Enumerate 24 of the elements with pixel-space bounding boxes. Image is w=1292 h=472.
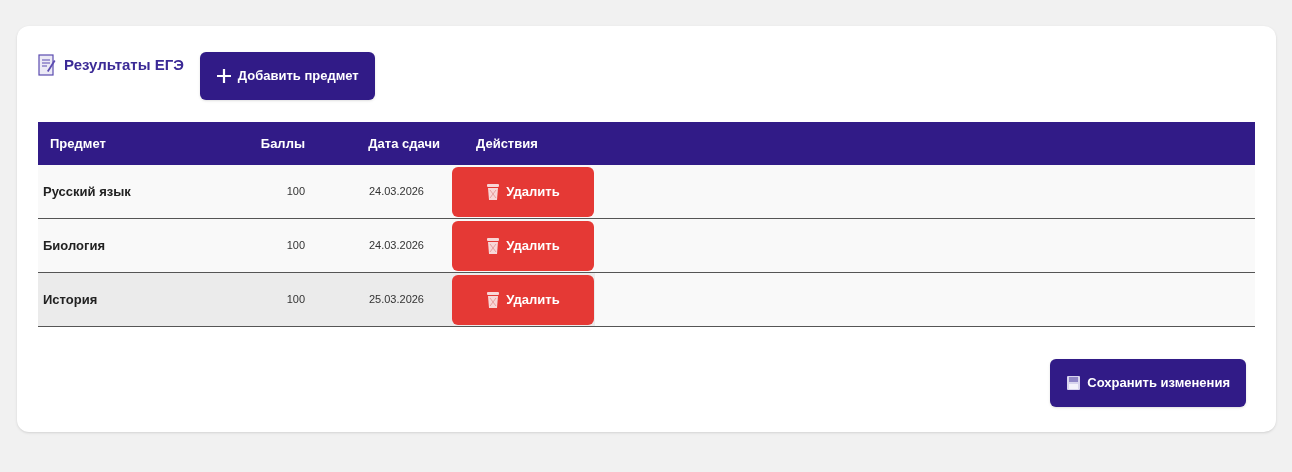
save-button[interactable]: Сохранить изменения — [1050, 359, 1246, 407]
add-subject-button[interactable]: Добавить предмет — [199, 52, 375, 100]
score-cell-text: 100 — [285, 238, 305, 254]
delete-button[interactable]: Удалить — [452, 220, 594, 271]
subject-cell-text: Русский язык — [42, 182, 132, 201]
subject-cell-text: Биология — [42, 236, 106, 255]
score-cell-text: 100 — [285, 184, 305, 200]
column-header: Действия — [475, 134, 538, 153]
document-icon — [38, 54, 56, 77]
date-cell-text: 24.03.2026 — [367, 184, 424, 200]
trash-icon — [486, 236, 501, 255]
delete-button[interactable]: Удалить — [452, 166, 594, 217]
delete-button[interactable]: Удалить — [452, 274, 594, 325]
column-header: Предмет — [49, 134, 107, 153]
section-title: Результаты ЕГЭ — [64, 55, 184, 75]
subject-cell-text: История — [42, 290, 99, 309]
plus-icon — [215, 68, 232, 84]
column-header: Баллы — [259, 134, 305, 153]
score-cell-text: 100 — [285, 292, 305, 308]
trash-icon — [486, 290, 501, 309]
column-header: Дата сдачи — [367, 134, 440, 153]
trash-icon — [486, 182, 501, 201]
date-cell-text: 25.03.2026 — [367, 292, 424, 308]
date-cell-text: 24.03.2026 — [367, 238, 424, 254]
